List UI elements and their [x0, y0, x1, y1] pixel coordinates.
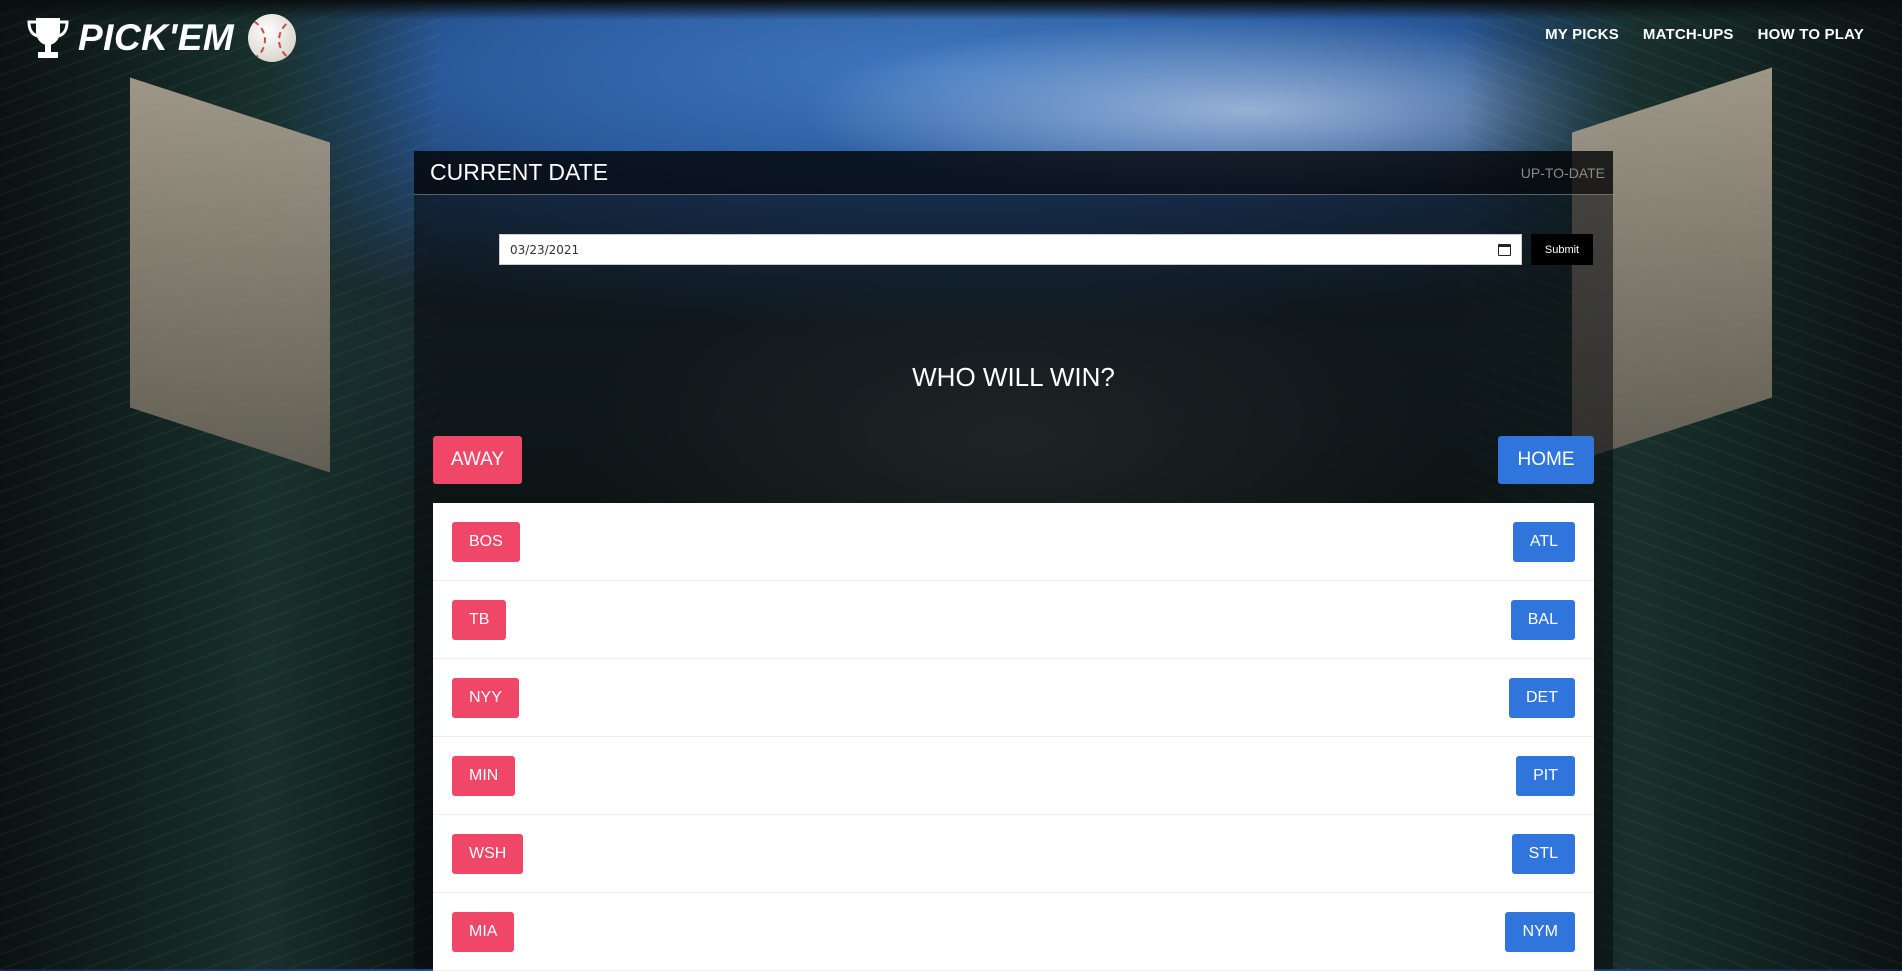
away-team-button[interactable]: MIA [452, 911, 515, 952]
logo-text: PICK'EM [78, 17, 235, 58]
panel-header: CURRENT DATE UP-TO-DATE [414, 151, 1613, 195]
nav-how-to-play[interactable]: HOW TO PLAY [1758, 26, 1864, 43]
home-team-button[interactable]: BAL [1510, 599, 1575, 640]
home-team-button[interactable]: STL [1511, 833, 1575, 874]
stadium-pillar-left [130, 77, 330, 473]
home-header-button[interactable]: HOME [1498, 436, 1594, 484]
away-team-button[interactable]: WSH [452, 833, 524, 874]
trophy-icon [26, 15, 70, 61]
away-header-button[interactable]: AWAY [433, 436, 522, 484]
picks-panel: CURRENT DATE UP-TO-DATE 03/23/2021 Submi… [414, 151, 1613, 971]
nav-match-ups[interactable]: MATCH-UPS [1643, 26, 1734, 43]
date-input[interactable]: 03/23/2021 [499, 234, 1522, 265]
question-heading: WHO WILL WIN? [912, 362, 1115, 392]
away-team-button[interactable]: BOS [452, 521, 520, 562]
site-logo[interactable]: PICK'EM [26, 14, 297, 62]
main-nav: MY PICKS MATCH-UPS HOW TO PLAY [1545, 26, 1864, 43]
game-row: MIA NYM [433, 893, 1594, 971]
baseball-icon [248, 14, 297, 62]
calendar-icon[interactable] [1498, 243, 1511, 256]
game-row: NYY DET [433, 659, 1594, 737]
games-list: BOS ATL TB BAL NYY DET MIN PIT WSH STL M… [433, 503, 1594, 971]
game-row: TB BAL [433, 581, 1594, 659]
home-team-button[interactable]: NYM [1505, 911, 1575, 952]
game-row: WSH STL [433, 815, 1594, 893]
nav-my-picks[interactable]: MY PICKS [1545, 26, 1619, 43]
home-team-button[interactable]: PIT [1516, 755, 1575, 796]
submit-button[interactable]: Submit [1531, 234, 1593, 265]
panel-title: CURRENT DATE [430, 159, 609, 185]
game-row: MIN PIT [433, 737, 1594, 815]
date-value: 03/23/2021 [510, 242, 580, 257]
status-label: UP-TO-DATE [1520, 164, 1605, 181]
game-row: BOS ATL [433, 503, 1594, 581]
away-team-button[interactable]: TB [452, 599, 507, 640]
away-team-button[interactable]: NYY [452, 677, 519, 718]
away-team-button[interactable]: MIN [452, 755, 516, 796]
date-form: 03/23/2021 Submit [499, 234, 1593, 265]
home-team-button[interactable]: DET [1509, 677, 1575, 718]
home-team-button[interactable]: ATL [1512, 521, 1575, 562]
